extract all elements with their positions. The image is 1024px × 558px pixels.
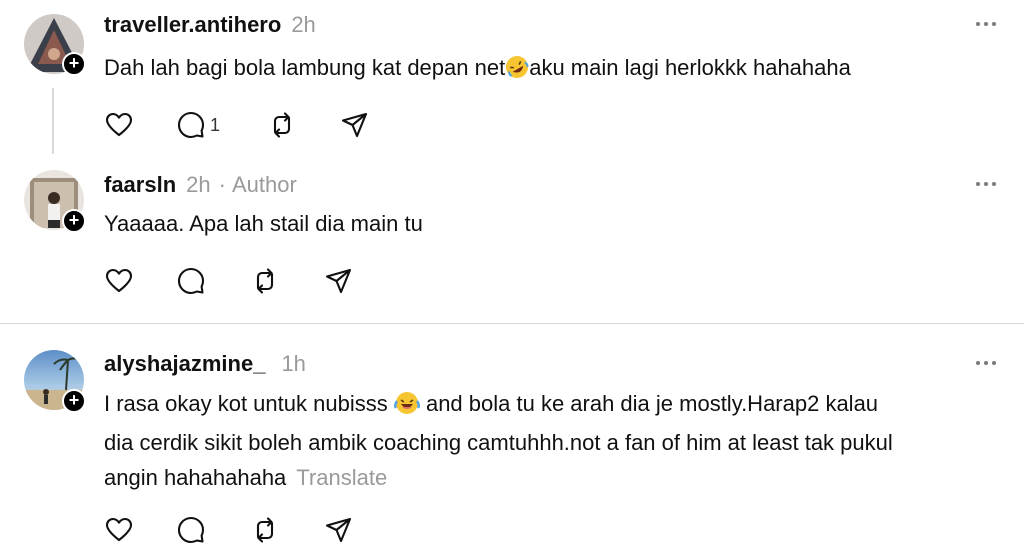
post-text-part: Dah lah bagi bola lambung kat depan net [104, 55, 506, 80]
translate-link[interactable]: Translate [296, 465, 387, 490]
more-icon[interactable] [974, 353, 1000, 373]
post-header: alyshajazmine_ 1h [104, 351, 306, 377]
more-icon[interactable] [974, 14, 1000, 34]
post-text: Dah lah bagi bola lambung kat depan net a… [104, 50, 1004, 89]
heart-icon[interactable] [104, 110, 136, 140]
separator: · [218, 172, 226, 197]
username[interactable]: traveller.antihero [104, 12, 281, 37]
follow-plus-icon[interactable]: + [62, 389, 86, 413]
author-label: Author [231, 172, 297, 197]
more-icon[interactable] [974, 174, 1000, 194]
post-text-line: angin hahahahaha Translate [104, 460, 1004, 495]
post-text-line: I rasa okay kot untuk nubisss and bola t… [104, 386, 1004, 425]
heart-icon[interactable] [104, 515, 136, 545]
post-header: traveller.antihero 2h [104, 12, 316, 38]
post-time: 2h [291, 12, 316, 37]
share-icon[interactable] [324, 266, 356, 296]
post-actions [104, 515, 404, 545]
repost-icon[interactable] [250, 515, 282, 545]
post-actions: 1 [104, 110, 404, 140]
comment-icon[interactable] [176, 266, 208, 296]
post-text-line: dia cerdik sikit boleh ambik coaching ca… [104, 430, 893, 455]
reply-count: 1 [210, 115, 221, 135]
username[interactable]: faarsln [104, 172, 176, 197]
comment-icon[interactable] [176, 515, 208, 545]
share-icon[interactable] [340, 110, 372, 140]
repost-icon[interactable] [267, 110, 299, 140]
post-text-part: angin hahahahaha [104, 465, 287, 490]
post-text-part: aku main lagi herlokkk hahahaha [529, 55, 851, 80]
post-text-part: and bola tu ke arah dia je mostly.Harap2… [425, 391, 879, 416]
divider [0, 323, 1024, 324]
rolling-on-floor-laughing-emoji [505, 54, 529, 89]
follow-plus-icon[interactable]: + [62, 52, 86, 76]
share-icon[interactable] [324, 515, 356, 545]
post-time: 1h [281, 351, 306, 376]
repost-icon[interactable] [250, 266, 282, 296]
post-text: I rasa okay kot untuk nubisss and bola t… [104, 386, 1004, 495]
laughing-tears-emoji [393, 390, 420, 425]
post-text-part: I rasa okay kot untuk nubisss [104, 391, 388, 416]
thread-line [52, 88, 54, 154]
username[interactable]: alyshajazmine_ [104, 351, 265, 376]
post-text: Yaaaaa. Apa lah stail dia main tu [104, 211, 423, 236]
post-actions [104, 266, 404, 296]
post-header: faarsln 2h · Author [104, 172, 297, 198]
follow-plus-icon[interactable]: + [62, 209, 86, 233]
post-time: 2h [186, 172, 211, 197]
heart-icon[interactable] [104, 266, 136, 296]
comment-icon[interactable] [176, 110, 208, 140]
